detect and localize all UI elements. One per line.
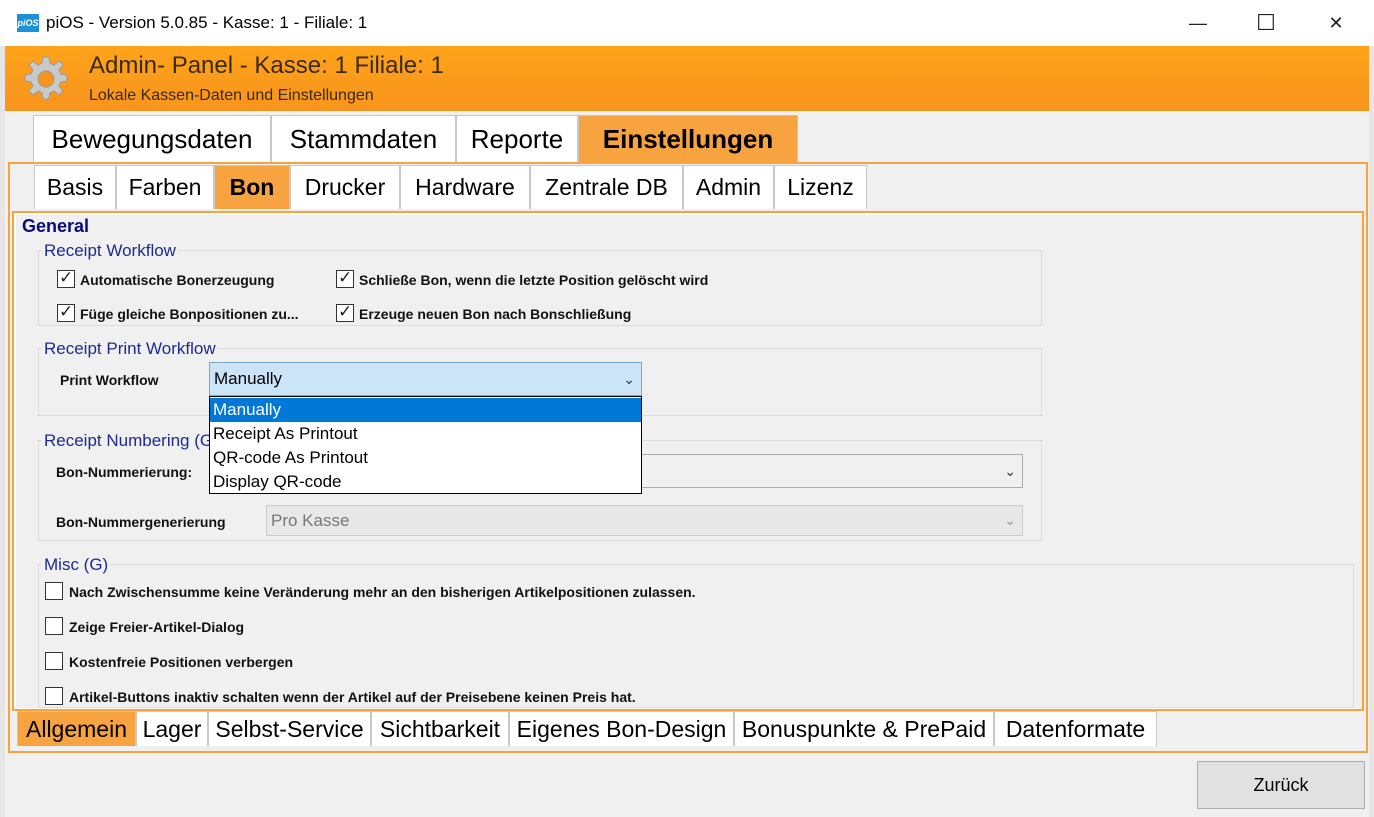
minimize-icon[interactable]: — [1164, 0, 1232, 46]
new-bon-checkbox[interactable] [336, 302, 354, 322]
hide-free-positions-label: Kostenfreie Positionen verbergen [69, 654, 294, 670]
print-workflow-select[interactable]: Manually ⌄ [209, 362, 642, 396]
chevron-down-icon: ⌄ [623, 371, 635, 387]
receipt-workflow-title: Receipt Workflow [42, 241, 178, 261]
panel-title: Admin- Panel - Kasse: 1 Filiale: 1 [89, 52, 444, 79]
tab-sichtbarkeit[interactable]: Sichtbarkeit [371, 711, 509, 746]
receipt-numbering-title: Receipt Numbering (G [42, 431, 216, 451]
tab-selbst-service[interactable]: Selbst-Service [208, 711, 371, 746]
close-bon-checkbox[interactable] [336, 268, 354, 288]
tab-reporte[interactable]: Reporte [456, 115, 578, 162]
tab-datenformate[interactable]: Datenformate [994, 711, 1157, 746]
auto-bon-label: Automatische Bonerzeugung [80, 272, 275, 288]
inactive-buttons-checkbox[interactable] [45, 687, 63, 705]
admin-panel-header: Admin- Panel - Kasse: 1 Filiale: 1 Lokal… [5, 46, 1369, 111]
tab-farben[interactable]: Farben [116, 165, 214, 209]
tab-eigenes-bon-design[interactable]: Eigenes Bon-Design [509, 711, 734, 746]
tab-einstellungen[interactable]: Einstellungen [578, 115, 798, 162]
free-article-dialog-label: Zeige Freier-Artikel-Dialog [69, 619, 245, 635]
subtotal-lock-checkbox[interactable] [45, 582, 63, 600]
tab-allgemein[interactable]: Allgemein [17, 711, 136, 746]
new-bon-label: Erzeuge neuen Bon nach Bonschließung [359, 306, 632, 322]
panel-subtitle: Lokale Kassen-Daten und Einstellungen [89, 87, 374, 104]
misc-title: Misc (G) [42, 555, 111, 575]
close-bon-label: Schließe Bon, wenn die letzte Position g… [359, 272, 709, 288]
maximize-icon[interactable]: ☐ [1232, 0, 1300, 46]
subtotal-lock-label: Nach Zwischensumme keine Veränderung meh… [69, 584, 696, 600]
close-icon[interactable]: ✕ [1302, 0, 1370, 46]
tab-bon[interactable]: Bon [214, 165, 290, 209]
tab-drucker[interactable]: Drucker [290, 165, 400, 209]
bon-numbering-label: Bon-Nummerierung: [56, 464, 193, 480]
option-manually[interactable]: Manually [210, 398, 641, 422]
tab-lizenz[interactable]: Lizenz [774, 165, 867, 209]
back-button[interactable]: Zurück [1197, 761, 1365, 809]
chevron-down-icon: ⌄ [1004, 512, 1016, 528]
merge-positions-checkbox[interactable] [57, 302, 75, 322]
section-title-general: General [22, 216, 90, 236]
bon-generation-value: Pro Kasse [271, 511, 350, 530]
tab-zentrale-db[interactable]: Zentrale DB [530, 165, 683, 209]
merge-positions-label: Füge gleiche Bonpositionen zu... [80, 306, 299, 322]
tab-hardware[interactable]: Hardware [400, 165, 530, 209]
auto-bon-checkbox[interactable] [57, 268, 75, 288]
bon-generation-select[interactable]: Pro Kasse ⌄ [266, 505, 1023, 536]
tab-bonuspunkte-prepaid[interactable]: Bonuspunkte & PrePaid [734, 711, 994, 746]
inactive-buttons-label: Artikel-Buttons inaktiv schalten wenn de… [69, 689, 636, 705]
app-logo-icon: piOS [17, 14, 39, 32]
free-article-dialog-checkbox[interactable] [45, 617, 63, 635]
hide-free-positions-checkbox[interactable] [45, 652, 63, 670]
print-workflow-label: Print Workflow [60, 372, 159, 388]
option-qr-printout[interactable]: QR-code As Printout [210, 446, 641, 470]
option-display-qr[interactable]: Display QR-code [210, 470, 641, 494]
tab-bewegungsdaten[interactable]: Bewegungsdaten [33, 115, 271, 162]
tab-admin[interactable]: Admin [683, 165, 774, 209]
window-title: piOS - Version 5.0.85 - Kasse: 1 - Filia… [46, 13, 368, 32]
gear-icon [24, 56, 68, 100]
tab-basis[interactable]: Basis [34, 165, 116, 209]
receipt-print-workflow-title: Receipt Print Workflow [42, 339, 218, 359]
window-right-border [1369, 46, 1374, 817]
tab-lager[interactable]: Lager [136, 711, 208, 746]
chevron-down-icon: ⌄ [1004, 463, 1016, 479]
print-workflow-value: Manually [214, 369, 283, 388]
bon-generation-label: Bon-Nummergenerierung [56, 514, 226, 530]
print-workflow-dropdown: Manually Receipt As Printout QR-code As … [209, 396, 642, 494]
tab-stammdaten[interactable]: Stammdaten [271, 115, 456, 162]
option-receipt-printout[interactable]: Receipt As Printout [210, 422, 641, 446]
